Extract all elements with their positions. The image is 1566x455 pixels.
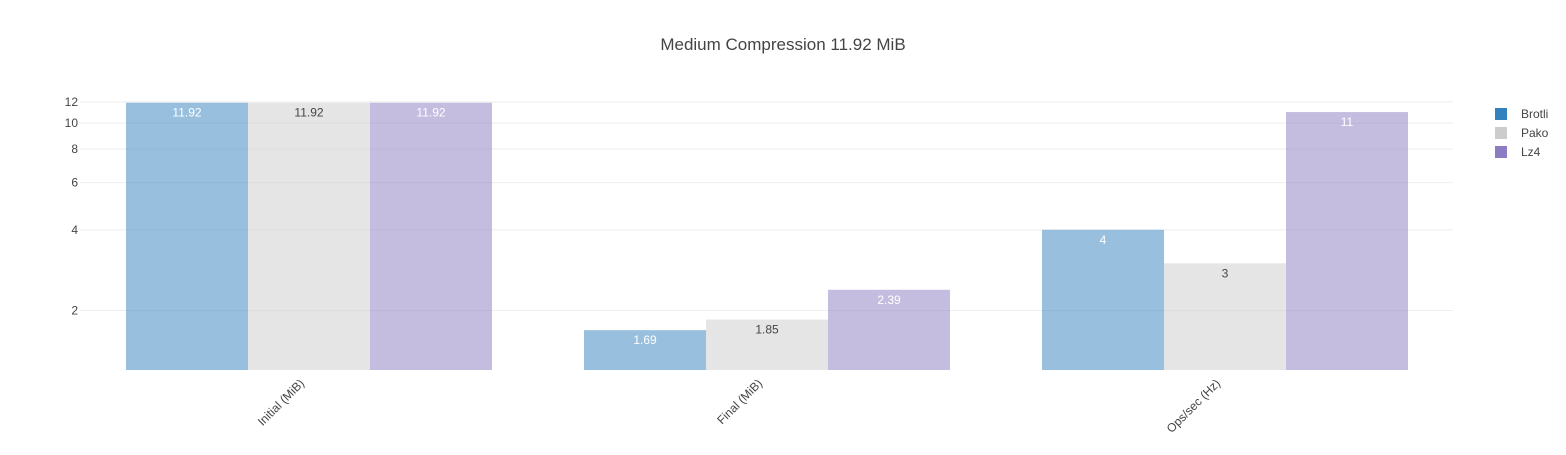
x-tick-label: Final (MiB) (714, 376, 765, 427)
y-tick-label: 8 (71, 142, 78, 156)
legend-label: Pako (1521, 126, 1549, 140)
legend-swatch (1495, 127, 1507, 139)
chart: Medium Compression 11.92 MiB 2 4 6 8 10 12 11… (0, 0, 1566, 450)
y-tick-label: 12 (65, 95, 79, 109)
bar-brotli-0[interactable] (126, 102, 248, 371)
bar-lz4-0[interactable] (370, 102, 492, 371)
x-axis-ticks: Initial (MiB) Final (MiB) Ops/sec (Hz) (255, 376, 1223, 435)
bar-value-label: 11.92 (172, 106, 201, 120)
y-tick-label: 2 (71, 304, 78, 318)
y-axis-ticks: 2 4 6 8 10 12 (65, 95, 79, 318)
x-tick-label: Initial (MiB) (255, 376, 307, 428)
x-tick-label: Ops/sec (Hz) (1164, 376, 1223, 435)
legend-label: Lz4 (1521, 145, 1541, 159)
legend-swatch (1495, 146, 1507, 158)
legend-item-lz4[interactable]: Lz4 (1495, 145, 1541, 159)
bar-value-label: 4 (1100, 233, 1107, 247)
chart-svg: Medium Compression 11.92 MiB 2 4 6 8 10 12 11… (65, 35, 1549, 436)
bar-value-label: 11.92 (294, 106, 323, 120)
bar-value-label: 3 (1222, 266, 1229, 280)
bar-value-label: 11.92 (416, 106, 445, 120)
chart-title: Medium Compression 11.92 MiB (660, 35, 905, 54)
legend[interactable]: Brotli Pako Lz4 (1495, 107, 1549, 159)
bar-value-label: 1.69 (633, 333, 657, 347)
bar-brotli-2[interactable] (1042, 229, 1164, 370)
legend-item-pako[interactable]: Pako (1495, 126, 1549, 140)
legend-swatch (1495, 108, 1507, 120)
bar-lz4-2[interactable] (1286, 112, 1408, 370)
legend-item-brotli[interactable]: Brotli (1495, 107, 1548, 121)
bar-value-label: 2.39 (877, 293, 901, 307)
y-tick-label: 4 (71, 223, 78, 237)
bar-value-label: 11 (1341, 115, 1354, 129)
bar-value-label: 1.85 (755, 323, 779, 337)
y-tick-label: 10 (65, 116, 79, 130)
legend-label: Brotli (1521, 107, 1548, 121)
bar-pako-0[interactable] (248, 102, 370, 371)
y-tick-label: 6 (71, 176, 78, 190)
